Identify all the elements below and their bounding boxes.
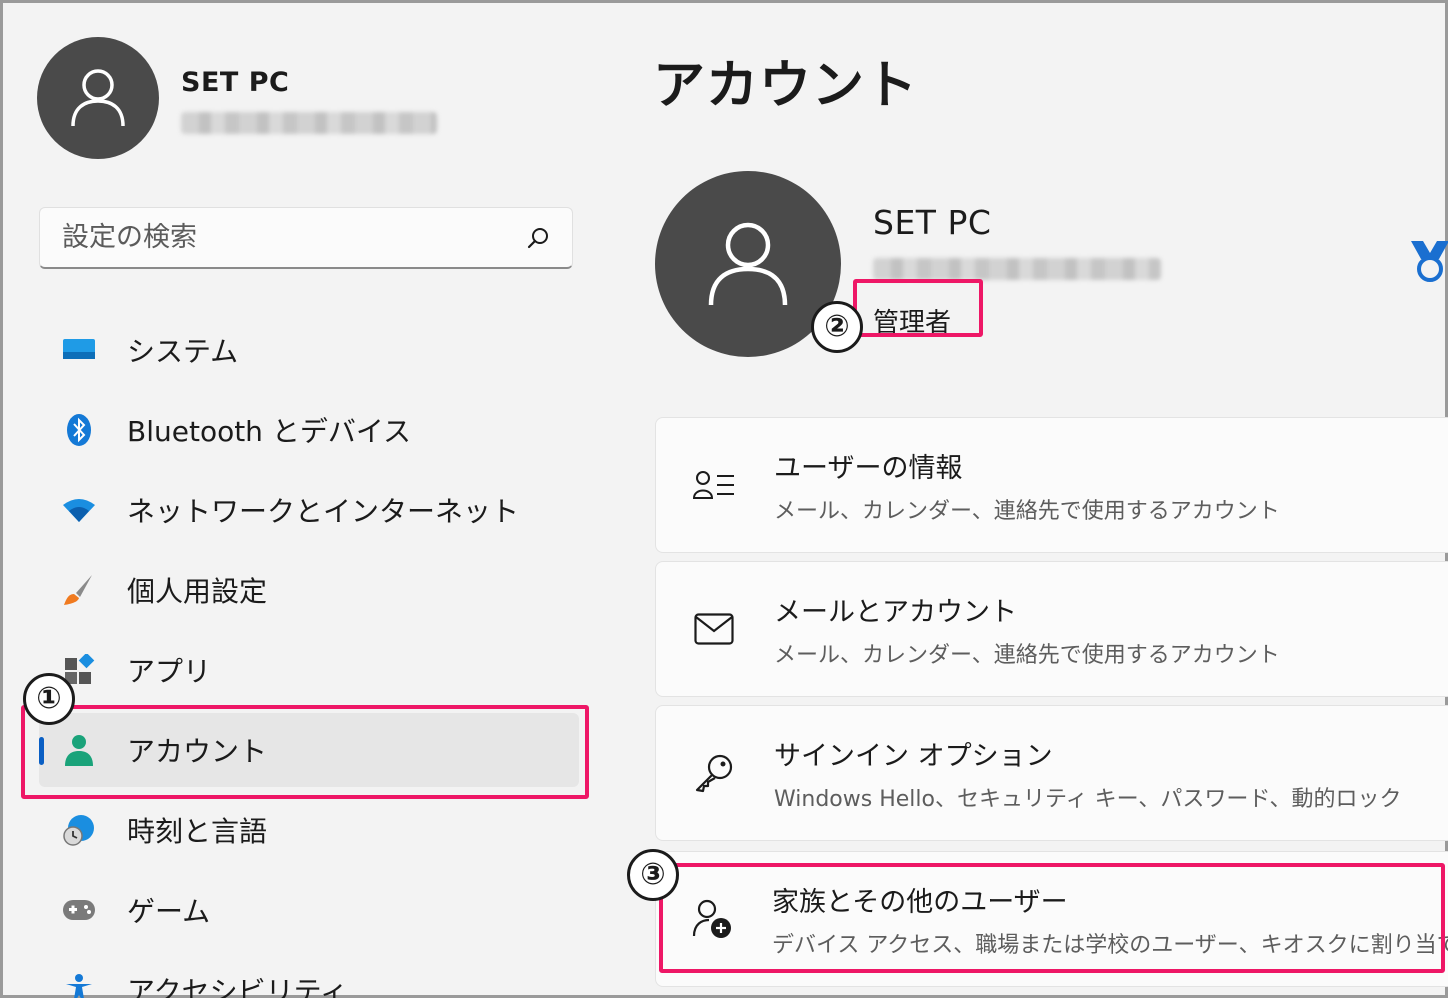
annotation-badge-2: ②: [811, 301, 863, 353]
search-icon[interactable]: [526, 226, 550, 250]
search-input[interactable]: [62, 222, 526, 253]
sidebar-item-network[interactable]: ネットワークとインターネット: [39, 473, 579, 547]
gamepad-icon: [61, 892, 97, 928]
account-name: SET PC: [873, 203, 992, 242]
mail-icon: [692, 607, 736, 651]
profile-name: SET PC: [181, 67, 290, 98]
annotation-badge-3: ③: [627, 849, 679, 901]
sidebar-item-accessibility[interactable]: アクセシビリティ: [39, 953, 579, 998]
highlight-box-accounts: [21, 705, 589, 799]
person-list-icon: [692, 463, 736, 507]
sidebar-item-label: Bluetooth とデバイス: [127, 415, 411, 448]
bluetooth-icon: [61, 412, 97, 448]
sidebar-item-personalization[interactable]: 個人用設定: [39, 553, 579, 627]
highlight-box-family: [659, 863, 1445, 973]
sidebar-item-label: 個人用設定: [127, 575, 268, 608]
card-sign-in-options[interactable]: サインイン オプション Windows Hello、セキュリティ キー、パスワー…: [655, 705, 1448, 841]
user-icon: [71, 69, 125, 127]
brush-icon: [61, 572, 97, 608]
sidebar-profile[interactable]: SET PC: [37, 37, 437, 159]
card-subtitle: メール、カレンダー、連絡先で使用するアカウント: [774, 642, 1280, 668]
sidebar-item-label: アクセシビリティ: [127, 975, 348, 998]
key-icon: [692, 751, 736, 795]
sidebar-item-label: 時刻と言語: [127, 815, 268, 848]
sidebar-item-label: ネットワークとインターネット: [127, 495, 520, 528]
card-subtitle: メール、カレンダー、連絡先で使用するアカウント: [774, 498, 1280, 524]
highlight-box-role: [853, 279, 983, 337]
sidebar-nav: システム Bluetooth とデバイス ネットワークとインターネット 個人用設…: [39, 313, 579, 998]
sidebar-item-time-language[interactable]: 時刻と言語: [39, 793, 579, 867]
annotation-badge-1: ①: [23, 673, 75, 725]
card-subtitle: Windows Hello、セキュリティ キー、パスワード、動的ロック: [774, 786, 1402, 812]
sidebar-item-gaming[interactable]: ゲーム: [39, 873, 579, 947]
sidebar-item-apps[interactable]: アプリ: [39, 633, 579, 707]
card-title: ユーザーの情報: [774, 452, 963, 484]
globe-clock-icon: [61, 812, 97, 848]
sidebar-item-system[interactable]: システム: [39, 313, 579, 387]
page-title: アカウント: [653, 56, 919, 116]
wifi-icon: [61, 492, 97, 528]
sidebar-item-label: アプリ: [127, 655, 212, 688]
card-your-info[interactable]: ユーザーの情報 メール、カレンダー、連絡先で使用するアカウント: [655, 417, 1448, 553]
blurred-email: [181, 112, 437, 134]
user-icon: [708, 222, 788, 306]
monitor-icon: [61, 332, 97, 368]
card-title: メールとアカウント: [774, 596, 1017, 628]
sidebar-item-label: ゲーム: [127, 895, 211, 928]
sidebar-item-label: システム: [127, 335, 239, 368]
blurred-email: [873, 258, 1161, 280]
sidebar-item-bluetooth[interactable]: Bluetooth とデバイス: [39, 393, 579, 467]
card-email-accounts[interactable]: メールとアカウント メール、カレンダー、連絡先で使用するアカウント: [655, 561, 1448, 697]
avatar: [37, 37, 159, 159]
search-box[interactable]: [39, 207, 573, 269]
accessibility-icon: [61, 972, 97, 998]
card-title: サインイン オプション: [774, 740, 1053, 772]
rewards-medal-icon[interactable]: [1409, 239, 1448, 287]
